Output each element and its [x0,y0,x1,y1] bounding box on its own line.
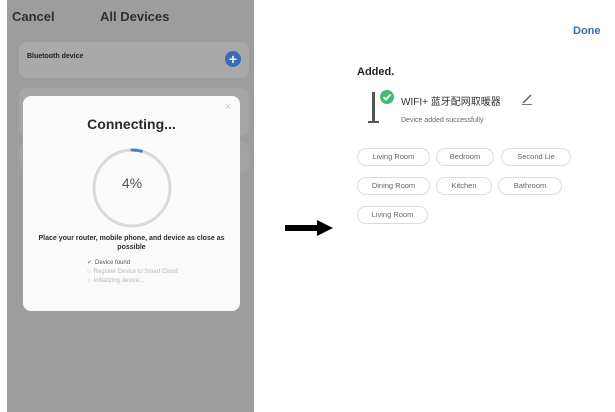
step-register-device: ○ Register Device to Smart Cloud [87,268,178,277]
room-chip-kitchen[interactable]: Kitchen [436,177,492,195]
step-label: Register Device to Smart Cloud [93,269,178,275]
cancel-button[interactable]: Cancel [12,9,55,24]
placement-instruction: Place your router, mobile phone, and dev… [38,235,225,251]
close-icon[interactable]: × [225,101,231,113]
progress-percent: 4% [121,175,143,191]
room-chip-dining-room[interactable]: Dining Room [357,177,430,195]
connection-steps: ✓ Device found ○ Register Device to Smar… [87,259,178,286]
add-icon[interactable]: + [225,51,241,67]
device-status: Device added successfully [401,117,484,124]
edit-pencil-icon[interactable] [521,93,533,105]
done-button[interactable]: Done [573,25,601,37]
step-label: Device found [95,260,131,266]
connecting-modal: × Connecting... 4% Place your router, mo… [23,96,240,311]
bluetooth-device-label: Bluetooth device [27,53,84,60]
success-check-icon [380,90,394,104]
pending-circle-icon: ○ [87,269,91,275]
room-chip-bathroom[interactable]: Bathroom [498,177,562,195]
top-bar: Cancel All Devices [7,0,254,32]
added-heading: Added. [357,66,395,78]
room-chip-living-room[interactable]: Living Room [357,148,430,166]
room-chip-bedroom[interactable]: Bedroom [436,148,494,166]
check-icon: ✓ [87,260,93,266]
connecting-screen: Cancel All Devices Bluetooth device + × … [7,0,254,412]
room-chip-living-room-2[interactable]: Living Room [357,206,428,224]
right-arrow-icon [285,220,333,236]
step-initializing: ○ Initializing device... [87,277,178,286]
step-label: Initializing device... [93,278,144,284]
heater-device-icon [368,92,379,123]
step-device-found: ✓ Device found [87,259,178,268]
pending-circle-icon: ○ [87,278,91,284]
modal-title: Connecting... [87,116,176,132]
bluetooth-device-card[interactable]: Bluetooth device + [19,42,249,78]
page-title: All Devices [100,9,170,24]
room-chip-second-lie[interactable]: Second Lie [501,148,571,166]
device-name: WIFI+ 蓝牙配网取暖器 [401,97,501,108]
